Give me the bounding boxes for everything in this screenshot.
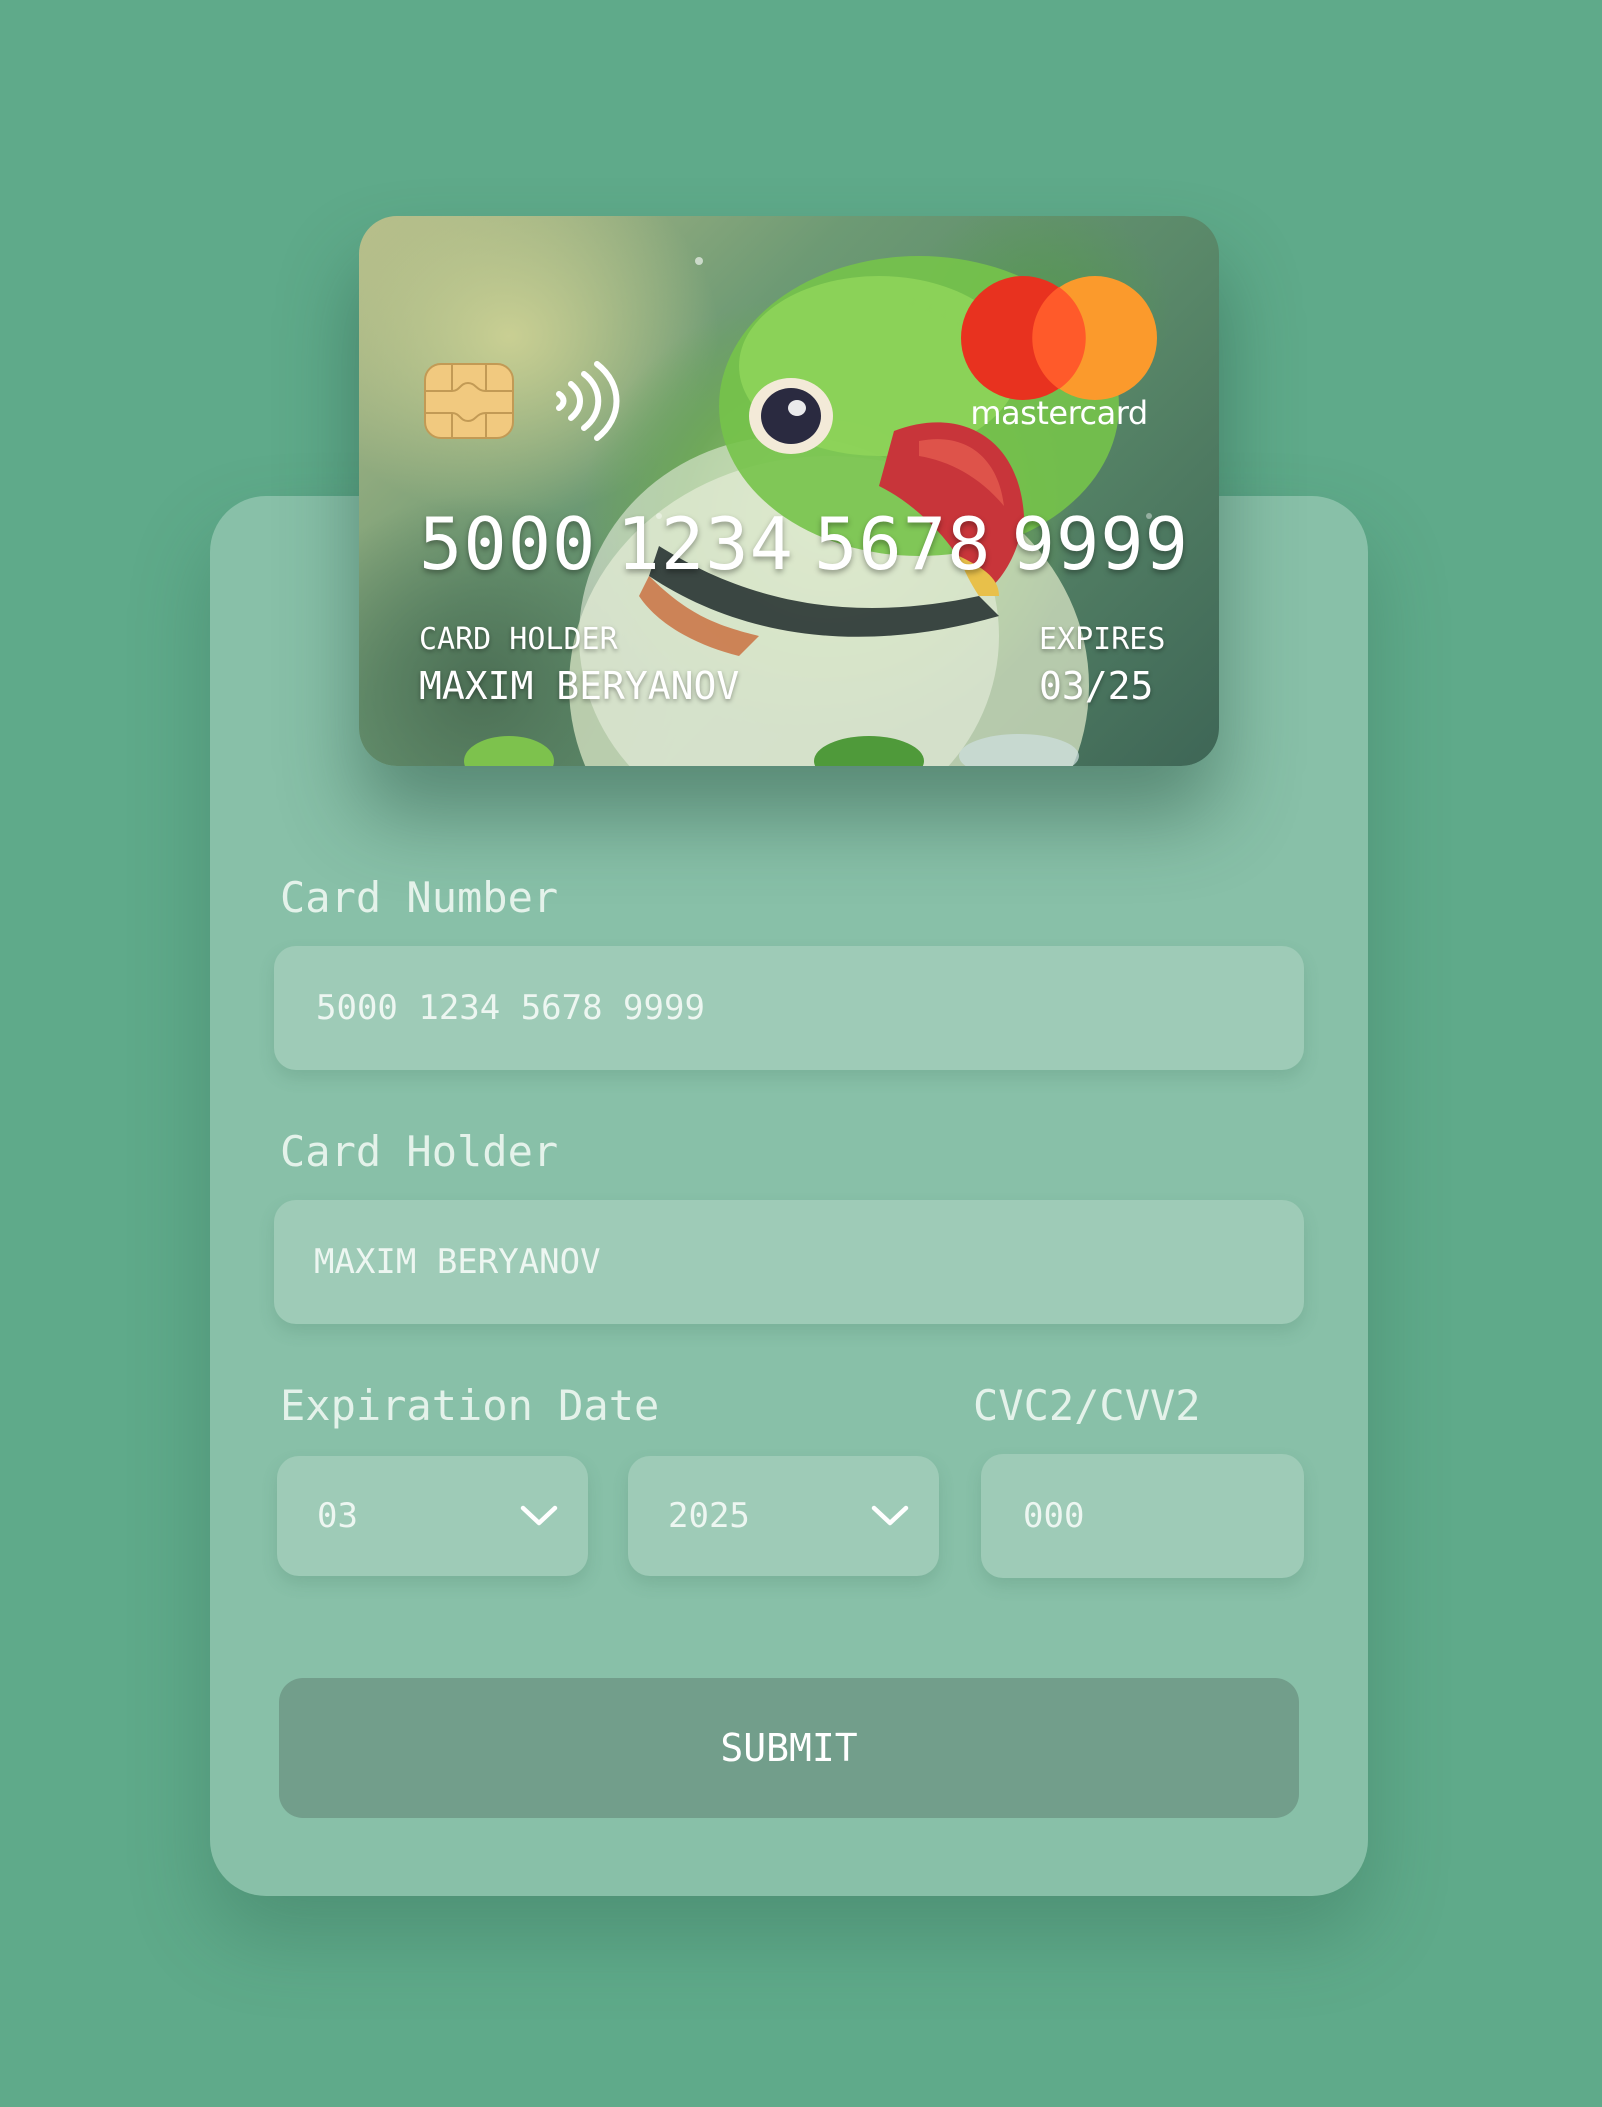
card-number-group: 9999 (1011, 502, 1189, 586)
card-expires-value: 03/25 (1039, 664, 1154, 708)
expiration-year-select[interactable]: 2025 (628, 1456, 939, 1576)
submit-button[interactable]: SUBMIT (279, 1678, 1299, 1818)
cvc-label: CVC2/CVV2 (973, 1381, 1201, 1430)
credit-card-preview: mastercard 5000 1234 5678 9999 CARD HOLD… (359, 216, 1219, 766)
chevron-down-icon (871, 1505, 909, 1526)
contactless-icon (556, 361, 620, 441)
card-brand-text: mastercard (970, 394, 1148, 432)
card-expires-label: EXPIRES (1039, 622, 1166, 657)
card-number-group: 5000 (419, 502, 597, 586)
expiration-year-value: 2025 (668, 1496, 750, 1536)
expiration-month-select[interactable]: 03 (277, 1456, 588, 1576)
expiration-month-value: 03 (317, 1496, 358, 1536)
card-number-group: 5678 (814, 502, 992, 586)
card-holder-label: CARD HOLDER (419, 622, 618, 657)
card-number-group: 1234 (616, 502, 794, 586)
cvc-placeholder: 000 (1023, 1496, 1085, 1536)
card-holder-value: MAXIM BERYANOV (419, 664, 740, 708)
card-number-display: 5000 1234 5678 9999 (419, 502, 1189, 586)
card-holder-input-value: MAXIM BERYANOV (314, 1242, 601, 1282)
chip-icon (424, 363, 514, 439)
card-number-input-value: 5000 1234 5678 9999 (316, 988, 705, 1028)
cvc-input[interactable]: 000 (981, 1454, 1304, 1578)
chevron-down-icon (520, 1505, 558, 1526)
card-number-label: Card Number (280, 873, 559, 922)
mastercard-logo (961, 276, 1157, 400)
expiration-date-label: Expiration Date (280, 1381, 660, 1430)
card-number-input[interactable]: 5000 1234 5678 9999 (274, 946, 1304, 1070)
card-holder-input[interactable]: MAXIM BERYANOV (274, 1200, 1304, 1324)
submit-button-label: SUBMIT (720, 1726, 858, 1770)
card-holder-field-label: Card Holder (280, 1127, 559, 1176)
